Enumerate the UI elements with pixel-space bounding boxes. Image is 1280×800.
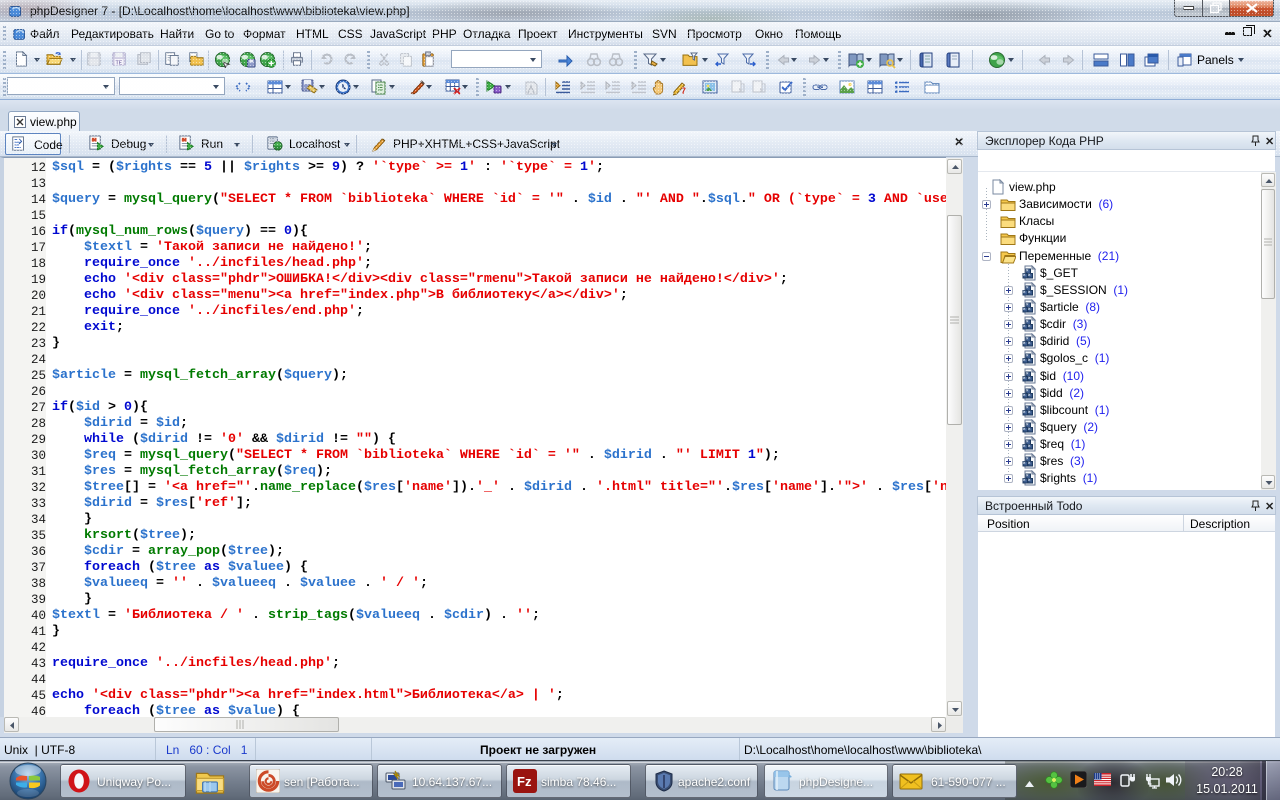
svg-text:Fz: Fz xyxy=(517,774,532,789)
svg-text:TE: TE xyxy=(115,60,122,66)
svg-text:7: 7 xyxy=(681,86,686,96)
